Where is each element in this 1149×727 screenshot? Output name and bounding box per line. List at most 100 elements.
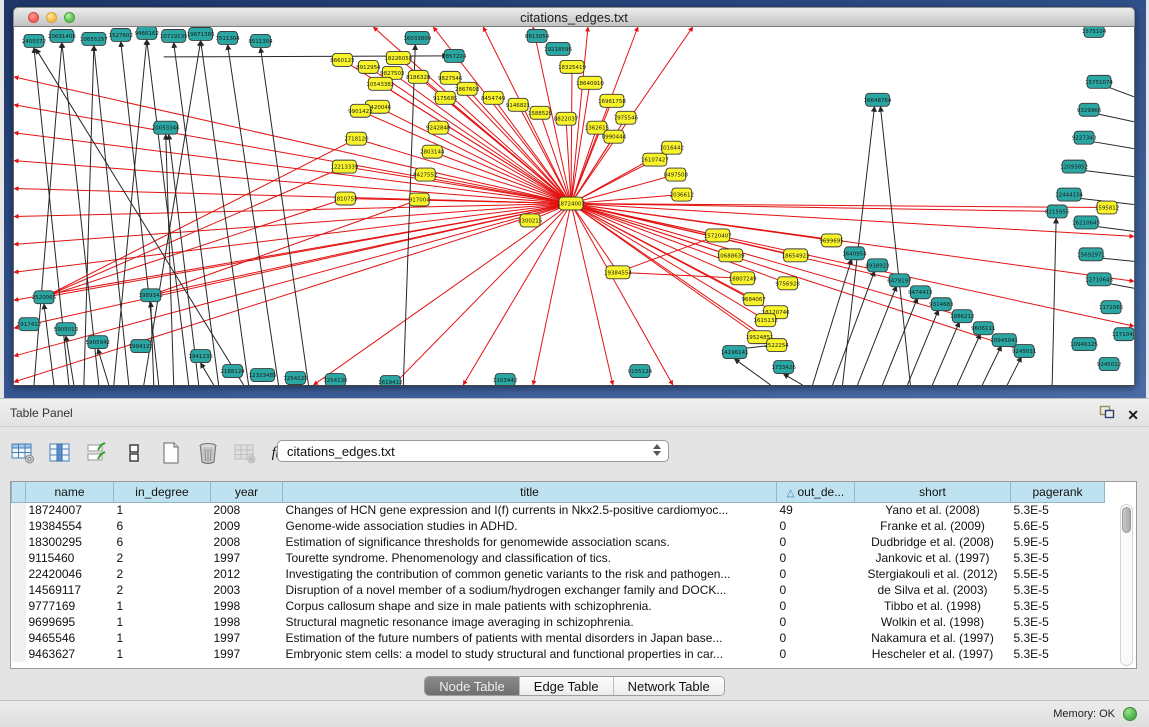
graph-node[interactable]: 1595812 (1095, 201, 1119, 214)
float-panel-icon[interactable] (1099, 405, 1115, 425)
table-cell[interactable]: 9777169 (26, 598, 114, 614)
graph-node[interactable]: 12213339 (330, 160, 358, 173)
network-window-titlebar[interactable]: citations_edges.txt (13, 7, 1135, 27)
table-cell[interactable]: 1 (114, 630, 211, 646)
graph-node[interactable]: 19384554 (604, 266, 632, 279)
network-canvas[interactable]: 1872400786601238912954182260589827503818… (13, 27, 1135, 386)
graph-node[interactable]: 8186328 (406, 70, 431, 83)
table-cell[interactable]: 9463627 (26, 646, 114, 662)
graph-node[interactable]: 18226058 (384, 51, 412, 64)
table-cell[interactable]: 1 (114, 614, 211, 630)
graph-node[interactable]: 15751074 (1085, 75, 1113, 88)
column-header-short[interactable]: short (855, 482, 1011, 502)
table-cell[interactable]: 9699695 (26, 614, 114, 630)
graph-node[interactable]: 1733426 (771, 361, 796, 374)
graph-node[interactable]: 2803144 (420, 145, 445, 158)
table-cell[interactable]: 1997 (211, 550, 283, 566)
graph-node[interactable]: 10655257 (80, 32, 108, 45)
graph-node[interactable]: 19671385 (187, 27, 215, 40)
graph-node[interactable]: 5905013 (54, 323, 79, 336)
column-header-year[interactable]: year (211, 482, 283, 502)
graph-node[interactable]: 16033809 (403, 31, 431, 44)
table-cell[interactable]: Estimation of significance thresholds fo… (283, 534, 777, 550)
graph-node[interactable]: 7511304 (215, 31, 240, 44)
table-row[interactable]: 969969511998Structural magnetic resonanc… (12, 614, 1105, 630)
graph-node[interactable]: 1619412 (378, 376, 402, 385)
column-header-in_degree[interactable]: in_degree (114, 482, 211, 502)
graph-node[interactable]: 7857224 (442, 49, 467, 62)
table-cell[interactable]: 1 (114, 598, 211, 614)
graph-node[interactable]: 2188124 (220, 365, 245, 378)
graph-node[interactable]: 7254136 (323, 374, 348, 385)
graph-node[interactable]: 8813054 (525, 29, 550, 42)
table-cell[interactable]: 2012 (211, 566, 283, 582)
graph-node[interactable]: 12710643 (1085, 273, 1113, 286)
table-cell[interactable]: Structural magnetic resonance image aver… (283, 614, 777, 630)
table-cell[interactable]: 0 (777, 582, 855, 598)
graph-node[interactable]: 8912954 (356, 60, 381, 73)
graph-node[interactable]: 2036612 (670, 188, 694, 201)
graph-node[interactable]: 2520065 (32, 291, 56, 304)
table-row[interactable]: 946362711997Embryonic stem cells: a mode… (12, 646, 1105, 662)
table-cell[interactable]: Hescheler et al. (1997) (855, 646, 1011, 662)
column-header-out_de[interactable]: △out_de... (777, 482, 855, 502)
table-row[interactable]: 1872400712008Changes of HCN gene express… (12, 502, 1105, 518)
graph-node[interactable]: 1588520 (528, 106, 553, 119)
table-cell[interactable]: 5.3E-5 (1011, 502, 1105, 518)
close-panel-icon[interactable]: ✕ (1127, 408, 1139, 422)
table-cell[interactable]: 2 (114, 566, 211, 582)
table-cell[interactable]: 5.3E-5 (1011, 582, 1105, 598)
table-cell[interactable]: Jankovic et al. (1997) (855, 550, 1011, 566)
graph-node[interactable]: 20691406 (48, 29, 76, 42)
graph-node[interactable]: 12444154 (1055, 188, 1083, 201)
graph-node[interactable]: 9606111 (971, 322, 995, 335)
table-cell[interactable]: 5.3E-5 (1011, 614, 1105, 630)
graph-node[interactable]: 2718120 (344, 132, 369, 145)
table-cell[interactable]: 5.3E-5 (1011, 630, 1105, 646)
graph-node[interactable]: 9756928 (775, 277, 800, 290)
table-cell[interactable]: 18300295 (26, 534, 114, 550)
table-cell[interactable]: 0 (777, 630, 855, 646)
table-cell[interactable]: 1 (114, 502, 211, 518)
graph-node[interactable]: 1171043 (1112, 328, 1134, 341)
graph-node[interactable]: 7975546 (614, 111, 639, 124)
graph-node[interactable]: 12323485 (249, 369, 277, 382)
table-selector[interactable]: citations_edges.txt (277, 440, 669, 462)
table-cell[interactable]: 5.3E-5 (1011, 598, 1105, 614)
table-cell[interactable]: 6 (114, 518, 211, 534)
table-row[interactable]: 1938455462009Genome-wide association stu… (12, 518, 1105, 534)
table-cell[interactable]: 0 (777, 598, 855, 614)
table-cell[interactable]: Nakamura et al. (1997) (855, 630, 1011, 646)
graph-node[interactable]: 8938923 (865, 259, 890, 272)
show-columns-icon[interactable] (47, 440, 73, 466)
select-rows-icon[interactable] (84, 440, 110, 466)
table-row[interactable]: 977716911998Corpus callosum shape and si… (12, 598, 1105, 614)
graph-node[interactable]: 5905942 (86, 336, 110, 349)
graph-node[interactable]: 19218596 (544, 42, 572, 55)
table-row[interactable]: 2242004622012Investigating the contribut… (12, 566, 1105, 582)
graph-node[interactable]: 1989342 (139, 289, 163, 302)
graph-node[interactable]: 9155124 (628, 365, 653, 378)
table-cell[interactable]: de Silva et al. (2003) (855, 582, 1011, 598)
table-cell[interactable]: Tibbo et al. (1998) (855, 598, 1011, 614)
graph-node[interactable]: 2405572 (22, 34, 46, 47)
graph-node[interactable]: 16961758 (598, 94, 626, 107)
graph-node[interactable]: 8822037 (554, 112, 579, 125)
graph-node[interactable]: 9314683 (929, 298, 954, 311)
table-cell[interactable]: Estimation of the future numbers of pati… (283, 630, 777, 646)
delete-column-icon[interactable] (195, 440, 221, 466)
graph-node[interactable]: 2522254 (764, 339, 789, 352)
delete-table-icon[interactable] (232, 440, 258, 466)
table-row[interactable]: 946554611997Estimation of the future num… (12, 630, 1105, 646)
table-cell[interactable]: Corpus callosum shape and size in male p… (283, 598, 777, 614)
graph-node[interactable]: 1171065 (1099, 301, 1123, 314)
table-cell[interactable]: 19384554 (26, 518, 114, 534)
graph-node[interactable]: 8660123 (330, 53, 355, 66)
table-cell[interactable]: 0 (777, 550, 855, 566)
graph-node[interactable]: 10688639 (717, 249, 745, 262)
graph-node[interactable]: 2300215 (518, 214, 542, 227)
table-cell[interactable]: 5.3E-5 (1011, 646, 1105, 662)
table-cell[interactable]: 0 (777, 518, 855, 534)
create-column-icon[interactable] (158, 440, 184, 466)
table-cell[interactable]: 5.3E-5 (1011, 550, 1105, 566)
